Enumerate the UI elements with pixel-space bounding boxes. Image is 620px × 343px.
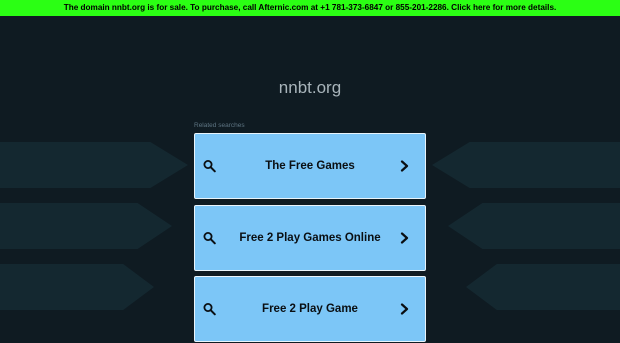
chevron-right-icon	[400, 232, 409, 244]
related-search-link[interactable]: Free 2 Play Games Online	[194, 205, 426, 271]
related-search-label: Free 2 Play Game	[262, 303, 358, 315]
related-search-label: Free 2 Play Games Online	[239, 232, 381, 244]
for-sale-banner[interactable]: The domain nnbt.org is for sale. To purc…	[0, 0, 620, 16]
decorative-shape	[448, 203, 620, 249]
domain-title: nnbt.org	[278, 78, 342, 97]
decorative-shape	[432, 142, 620, 188]
search-icon	[203, 160, 216, 173]
decorative-shape	[0, 264, 154, 310]
decorative-shape	[0, 142, 188, 188]
related-search-label: The Free Games	[265, 160, 355, 172]
chevron-right-icon	[400, 303, 409, 315]
related-search-link[interactable]: Free 2 Play Game	[194, 276, 426, 342]
chevron-right-icon	[400, 160, 409, 172]
related-search-link[interactable]: The Free Games	[194, 133, 426, 199]
search-icon	[203, 232, 216, 245]
search-icon	[203, 303, 216, 316]
decorative-shape	[0, 203, 172, 249]
decorative-shape	[466, 264, 620, 310]
related-searches-label: Related searches	[194, 122, 245, 129]
